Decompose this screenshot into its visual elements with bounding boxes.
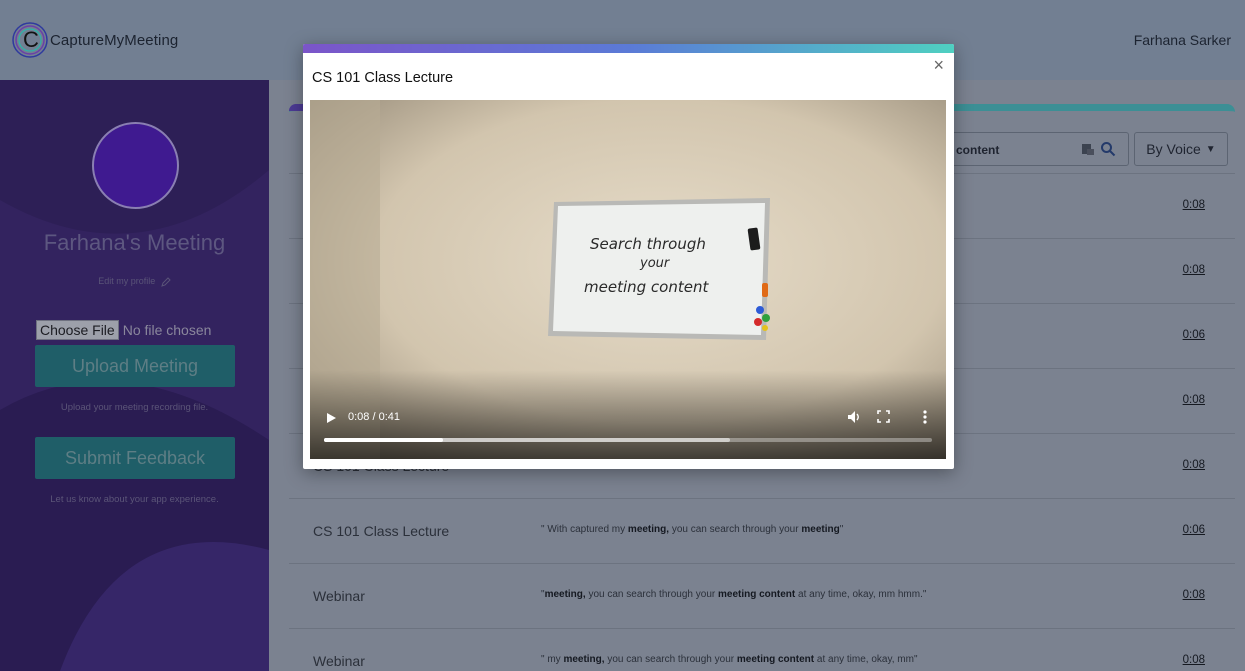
brand[interactable]: C CaptureMyMeeting bbox=[8, 10, 178, 70]
modal-gradient-bar bbox=[303, 44, 954, 53]
file-input[interactable]: Choose File No file chosen bbox=[36, 320, 211, 340]
play-icon[interactable] bbox=[324, 411, 338, 425]
fullscreen-icon[interactable] bbox=[877, 410, 890, 423]
search-mode-select[interactable]: By Voice ▼ bbox=[1134, 132, 1228, 166]
pencil-icon bbox=[160, 276, 171, 287]
no-file-chosen-text: No file chosen bbox=[122, 322, 212, 338]
edit-profile-link[interactable]: Edit my profile bbox=[0, 276, 269, 287]
result-snippet: "meeting, you can search through your me… bbox=[541, 589, 927, 600]
whiteboard-line: Search through bbox=[590, 235, 706, 253]
choose-file-button[interactable]: Choose File bbox=[36, 320, 119, 340]
result-snippet: " my meeting, you can search through you… bbox=[541, 654, 918, 665]
more-vertical-icon[interactable] bbox=[918, 409, 932, 425]
avatar[interactable] bbox=[92, 122, 179, 209]
result-title: Webinar bbox=[313, 653, 365, 669]
modal-title: CS 101 Class Lecture bbox=[312, 70, 454, 86]
result-timestamp-link[interactable]: 0:08 bbox=[1183, 589, 1205, 601]
feedback-hint: Let us know about your app experience. bbox=[50, 494, 219, 505]
video-controls: 0:08 / 0:41 bbox=[310, 400, 946, 459]
result-row[interactable]: Webinar "meeting, you can search through… bbox=[289, 563, 1235, 628]
submit-feedback-button[interactable]: Submit Feedback bbox=[35, 437, 235, 479]
result-timestamp-link[interactable]: 0:08 bbox=[1183, 394, 1205, 406]
search-mode-value: By Voice bbox=[1146, 141, 1201, 157]
result-row[interactable]: CS 101 Class Lecture " With captured my … bbox=[289, 498, 1235, 563]
result-title: Webinar bbox=[313, 588, 365, 604]
result-row[interactable]: Webinar " my meeting, you can search thr… bbox=[289, 628, 1235, 671]
upload-hint: Upload your meeting recording file. bbox=[60, 402, 209, 413]
video-player[interactable]: Search through your meeting content 0:08… bbox=[310, 100, 946, 459]
time-readout: 0:08 / 0:41 bbox=[348, 411, 400, 423]
result-snippet: " With captured my meeting, you can sear… bbox=[541, 524, 844, 535]
close-icon[interactable]: × bbox=[933, 56, 944, 74]
search-icon[interactable] bbox=[1100, 141, 1116, 157]
result-timestamp-link[interactable]: 0:08 bbox=[1183, 459, 1205, 471]
whiteboard-image: Search through your meeting content bbox=[548, 198, 772, 342]
svg-text:C: C bbox=[23, 27, 39, 52]
sidebar: Farhana's Meeting Edit my profile Choose… bbox=[0, 80, 269, 671]
chevron-down-icon: ▼ bbox=[1205, 143, 1216, 155]
search-input[interactable]: content bbox=[939, 132, 1129, 166]
result-timestamp-link[interactable]: 0:08 bbox=[1183, 264, 1205, 276]
edit-profile-label: Edit my profile bbox=[98, 276, 156, 286]
capturemymeeting-logo-icon: C bbox=[12, 22, 48, 58]
video-modal: CS 101 Class Lecture × Search through yo… bbox=[303, 44, 954, 469]
volume-icon[interactable] bbox=[847, 409, 861, 425]
user-name[interactable]: Farhana Sarker bbox=[1134, 32, 1231, 48]
search-value: content bbox=[956, 143, 1000, 157]
upload-meeting-button[interactable]: Upload Meeting bbox=[35, 345, 235, 387]
video-progress-bar[interactable] bbox=[324, 438, 932, 442]
app-name: CaptureMyMeeting bbox=[50, 31, 179, 49]
result-timestamp-link[interactable]: 0:06 bbox=[1183, 524, 1205, 536]
meeting-title: Farhana's Meeting bbox=[43, 230, 226, 255]
result-title: CS 101 Class Lecture bbox=[313, 523, 450, 539]
result-timestamp-link[interactable]: 0:08 bbox=[1183, 654, 1205, 666]
whiteboard-line: meeting content bbox=[584, 278, 709, 296]
result-timestamp-link[interactable]: 0:08 bbox=[1183, 199, 1205, 211]
progress-played bbox=[324, 438, 443, 442]
result-timestamp-link[interactable]: 0:06 bbox=[1183, 329, 1205, 341]
whiteboard-line: your bbox=[640, 256, 670, 271]
database-icon[interactable] bbox=[1081, 142, 1095, 156]
